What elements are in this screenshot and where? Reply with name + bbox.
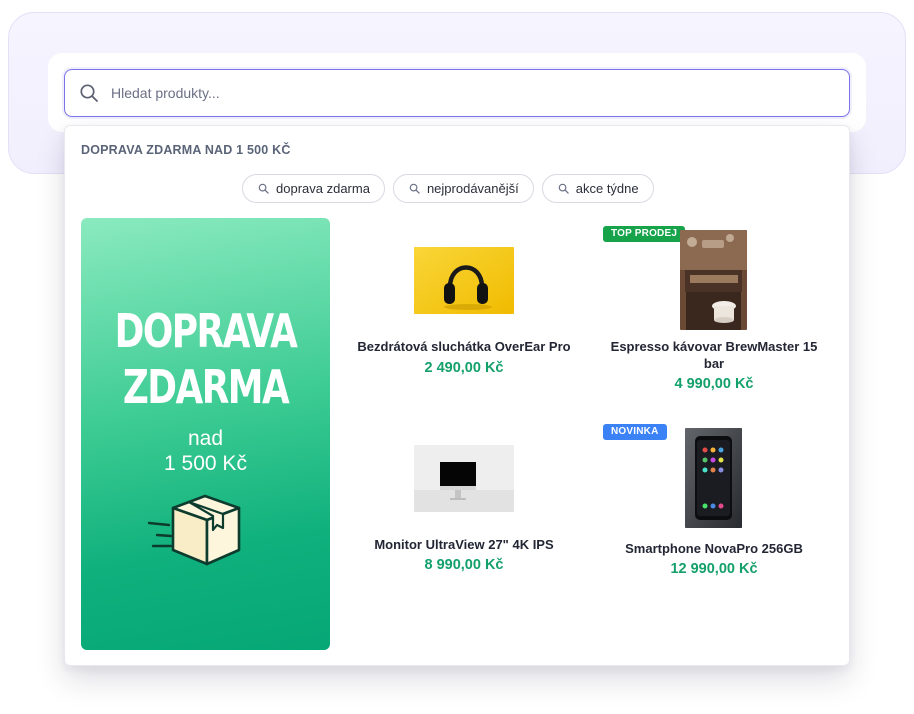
search-input[interactable]	[111, 70, 831, 115]
product-price: 4 990,00 Kč	[674, 376, 754, 392]
suggestion-chip-nejprodavanejsi[interactable]: nejprodávanější	[392, 174, 534, 203]
suggestion-chips: doprava zdarma nejprodávanější akce týdn…	[242, 174, 654, 203]
product-price: 12 990,00 Kč	[670, 561, 758, 577]
product-price: 8 990,00 Kč	[424, 557, 504, 573]
banner-subtitle-line2: 1 500 Kč	[164, 452, 247, 475]
product-badge-top-prodej: TOP PRODEJ	[603, 226, 686, 242]
product-price: 2 490,00 Kč	[424, 360, 504, 376]
delivery-box-icon	[147, 494, 241, 566]
banner-subtitle-line1: nad	[187, 427, 224, 450]
search-icon	[258, 183, 269, 194]
banner-title-line1: DOPRAVA	[114, 304, 298, 358]
product-card[interactable]: Monitor UltraView 27" 4K IPS 8 990,00 Kč	[349, 432, 579, 582]
suggestion-chip-akce-tydne[interactable]: akce týdne	[541, 174, 654, 203]
product-name: Monitor UltraView 27" 4K IPS	[374, 537, 554, 552]
product-name: Smartphone NovaPro 256GB	[625, 541, 803, 556]
suggestion-chip-label: akce týdne	[575, 181, 639, 196]
product-image-monitor	[414, 445, 514, 512]
search-icon	[80, 84, 98, 102]
product-card[interactable]: TOP PRODEJ Espresso kávovar BrewMaster 1…	[599, 226, 829, 396]
search-icon	[558, 183, 569, 194]
banner-title-line2: ZDARMA	[122, 360, 290, 414]
search-dropdown: DOPRAVA ZDARMA NAD 1 500 KČ doprava zdar…	[64, 125, 850, 666]
dropdown-heading: DOPRAVA ZDARMA NAD 1 500 KČ	[81, 143, 291, 157]
search-box[interactable]	[64, 69, 850, 117]
free-shipping-banner[interactable]: DOPRAVA ZDARMA nad 1 500 Kč	[81, 218, 330, 650]
search-icon	[409, 183, 420, 194]
product-image-headphones	[414, 247, 514, 314]
suggestion-chip-doprava-zdarma[interactable]: doprava zdarma	[242, 174, 385, 203]
product-image-smartphone	[685, 428, 742, 528]
product-badge-novinka: NOVINKA	[603, 424, 667, 440]
product-card[interactable]: Bezdrátová sluchátka OverEar Pro 2 490,0…	[349, 234, 579, 384]
product-card[interactable]: NOVINKA Smartphone NovaPro 256GB 12 990,…	[599, 424, 829, 584]
product-name: Espresso kávovar BrewMaster 15 bar	[610, 339, 818, 371]
suggestion-chip-label: doprava zdarma	[276, 181, 370, 196]
product-name: Bezdrátová sluchátka OverEar Pro	[357, 339, 571, 354]
product-image-espresso	[680, 230, 747, 330]
suggestion-chip-label: nejprodávanější	[426, 181, 519, 196]
